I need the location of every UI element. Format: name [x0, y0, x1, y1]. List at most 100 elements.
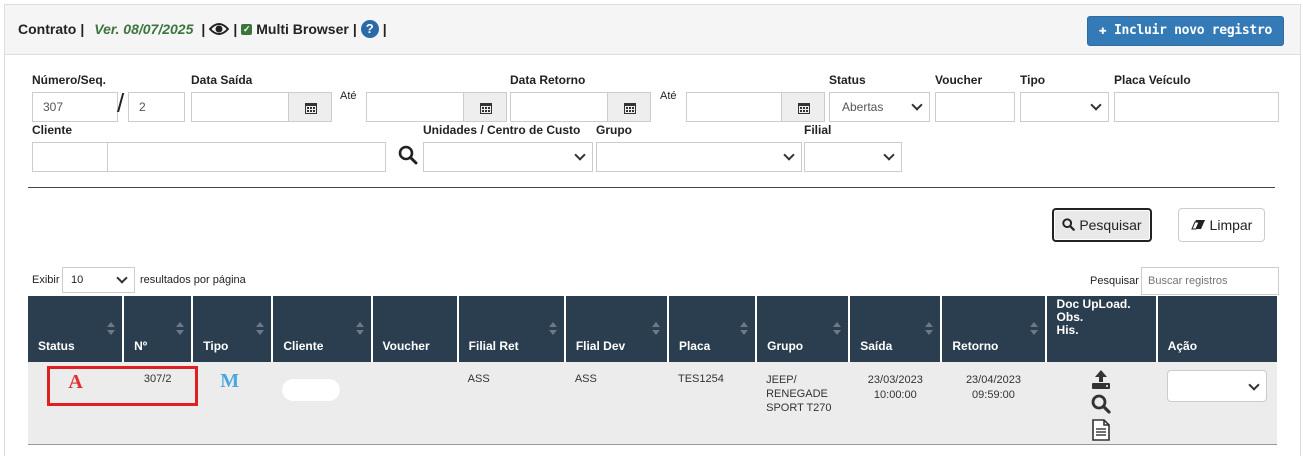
data-retorno-ate-input[interactable] — [686, 92, 786, 122]
page-size-select[interactable]: 10 — [62, 267, 135, 293]
eye-icon[interactable] — [208, 22, 230, 36]
data-retorno-input[interactable] — [510, 92, 610, 122]
multi-browser-label: Multi Browser — [256, 21, 349, 37]
seq-input[interactable]: 2 — [128, 92, 185, 122]
search-icon[interactable] — [398, 145, 418, 170]
column-header-doc-upload[interactable]: Doc UpLoad. Obs. His. — [1045, 296, 1158, 362]
column-header-retorno[interactable]: Retorno — [941, 296, 1047, 362]
table-header-row: Status Nº Tipo Cliente Voucher Filial Re… — [28, 296, 1277, 362]
column-header-grupo[interactable]: Grupo — [756, 296, 851, 362]
records-table: Status Nº Tipo Cliente Voucher Filial Re… — [28, 296, 1277, 445]
panel-header: Contrato | Ver. 08/07/2025 | | ✓ Multi B… — [5, 5, 1300, 55]
calendar-icon[interactable] — [463, 92, 507, 122]
cell-grupo: JEEP/ RENEGADE SPORT T270 — [756, 362, 850, 445]
clear-button[interactable]: Limpar — [1178, 208, 1265, 242]
placa-label: Placa Veículo — [1114, 73, 1191, 87]
plus-icon: ✚ — [1098, 23, 1114, 38]
chevron-down-icon — [911, 99, 923, 111]
help-icon[interactable]: ? — [360, 20, 379, 38]
document-icon[interactable] — [1092, 419, 1110, 444]
voucher-input[interactable] — [935, 92, 1015, 122]
clear-button-label: Limpar — [1209, 217, 1253, 233]
grupo-select[interactable] — [596, 142, 802, 172]
cell-filial-dev: ASS — [564, 362, 668, 445]
divider — [28, 187, 1275, 188]
separator: | — [80, 21, 85, 37]
sort-icon — [833, 322, 842, 336]
sort-icon — [651, 322, 660, 336]
status-select[interactable]: Abertas — [829, 92, 930, 122]
column-label: Filial Ret — [468, 339, 519, 353]
cell-cliente — [272, 362, 372, 445]
cell-doc — [1045, 362, 1157, 445]
cliente-name-input[interactable] — [107, 142, 386, 172]
column-label: Voucher — [382, 339, 430, 353]
column-header-filial-ret[interactable]: Filial Ret — [457, 296, 566, 362]
data-saida-input[interactable] — [191, 92, 291, 122]
chevron-down-icon — [574, 149, 586, 161]
cell-voucher — [371, 362, 458, 445]
cliente-code-input[interactable] — [32, 142, 108, 172]
column-label: Retorno — [952, 339, 999, 353]
checkbox-icon[interactable]: ✓ — [241, 23, 253, 35]
unidades-label: Unidades / Centro de Custo — [423, 123, 581, 137]
calendar-icon[interactable] — [288, 92, 332, 122]
column-label: Nº — [134, 339, 148, 353]
tipo-select[interactable] — [1020, 92, 1109, 122]
status-label: Status — [829, 73, 866, 87]
data-retorno-label: Data Retorno — [510, 73, 586, 87]
cliente-label: Cliente — [32, 123, 73, 137]
column-label: Tipo — [203, 339, 229, 353]
grupo-value: SPORT T270 — [766, 402, 832, 414]
column-header-saida[interactable]: Saída — [849, 296, 943, 362]
cell-saida: 23/03/2023 10:00:00 — [849, 362, 942, 445]
filial-label: Filial — [804, 123, 832, 137]
data-saida-label: Data Saída — [191, 73, 253, 87]
table-row[interactable]: A 307/2 M ASS ASS TES1254 JEEP/ RENEGADE… — [28, 362, 1277, 445]
add-record-button[interactable]: ✚ Incluir novo registro — [1086, 16, 1284, 46]
table-search-input[interactable] — [1141, 267, 1279, 295]
column-header-numero[interactable]: Nº — [123, 296, 194, 362]
sort-icon — [548, 322, 557, 336]
eraser-icon — [1190, 220, 1205, 230]
separator: | — [233, 21, 238, 37]
ate-label: Até — [660, 90, 677, 102]
redacted-client — [282, 379, 341, 401]
search-icon — [1062, 218, 1076, 231]
upload-icon[interactable] — [1091, 370, 1111, 392]
column-header-voucher[interactable]: Voucher — [371, 296, 459, 362]
chevron-down-icon — [1090, 99, 1102, 111]
chevron-down-icon — [1248, 379, 1260, 391]
column-header-status[interactable]: Status — [28, 296, 125, 362]
calendar-icon[interactable] — [607, 92, 651, 122]
column-label: His. — [1056, 323, 1079, 337]
page-size-value: 10 — [71, 274, 84, 286]
data-saida-ate-input[interactable] — [366, 92, 466, 122]
chevron-down-icon — [783, 149, 795, 161]
column-header-tipo[interactable]: Tipo — [192, 296, 274, 362]
cell-tipo: M — [192, 362, 273, 445]
search-icon[interactable] — [1091, 394, 1111, 417]
cell-placa: TES1254 — [667, 362, 757, 445]
filial-select[interactable] — [804, 142, 902, 172]
numero-input[interactable]: 307 — [32, 92, 118, 122]
placa-input[interactable] — [1114, 92, 1279, 122]
column-header-cliente[interactable]: Cliente — [272, 296, 373, 362]
search-button-label: Pesquisar — [1079, 217, 1142, 233]
sort-icon — [176, 322, 185, 336]
search-button[interactable]: Pesquisar — [1052, 208, 1152, 242]
sort-icon — [1029, 322, 1038, 336]
retorno-date: 23/04/2023 — [965, 374, 1021, 386]
cell-filial-ret: ASS — [457, 362, 565, 445]
tipo-value: M — [220, 370, 240, 392]
column-header-filial-dev[interactable]: Flial Dev — [564, 296, 669, 362]
sort-icon — [740, 322, 749, 336]
separator: | — [352, 21, 357, 37]
column-header-acao[interactable]: Ação — [1156, 296, 1277, 362]
calendar-icon[interactable] — [781, 92, 825, 122]
unidades-select[interactable] — [423, 142, 593, 172]
filial-dev-value: ASS — [574, 373, 597, 385]
action-select[interactable] — [1166, 370, 1267, 402]
chevron-down-icon — [116, 272, 128, 284]
column-header-placa[interactable]: Placa — [667, 296, 758, 362]
